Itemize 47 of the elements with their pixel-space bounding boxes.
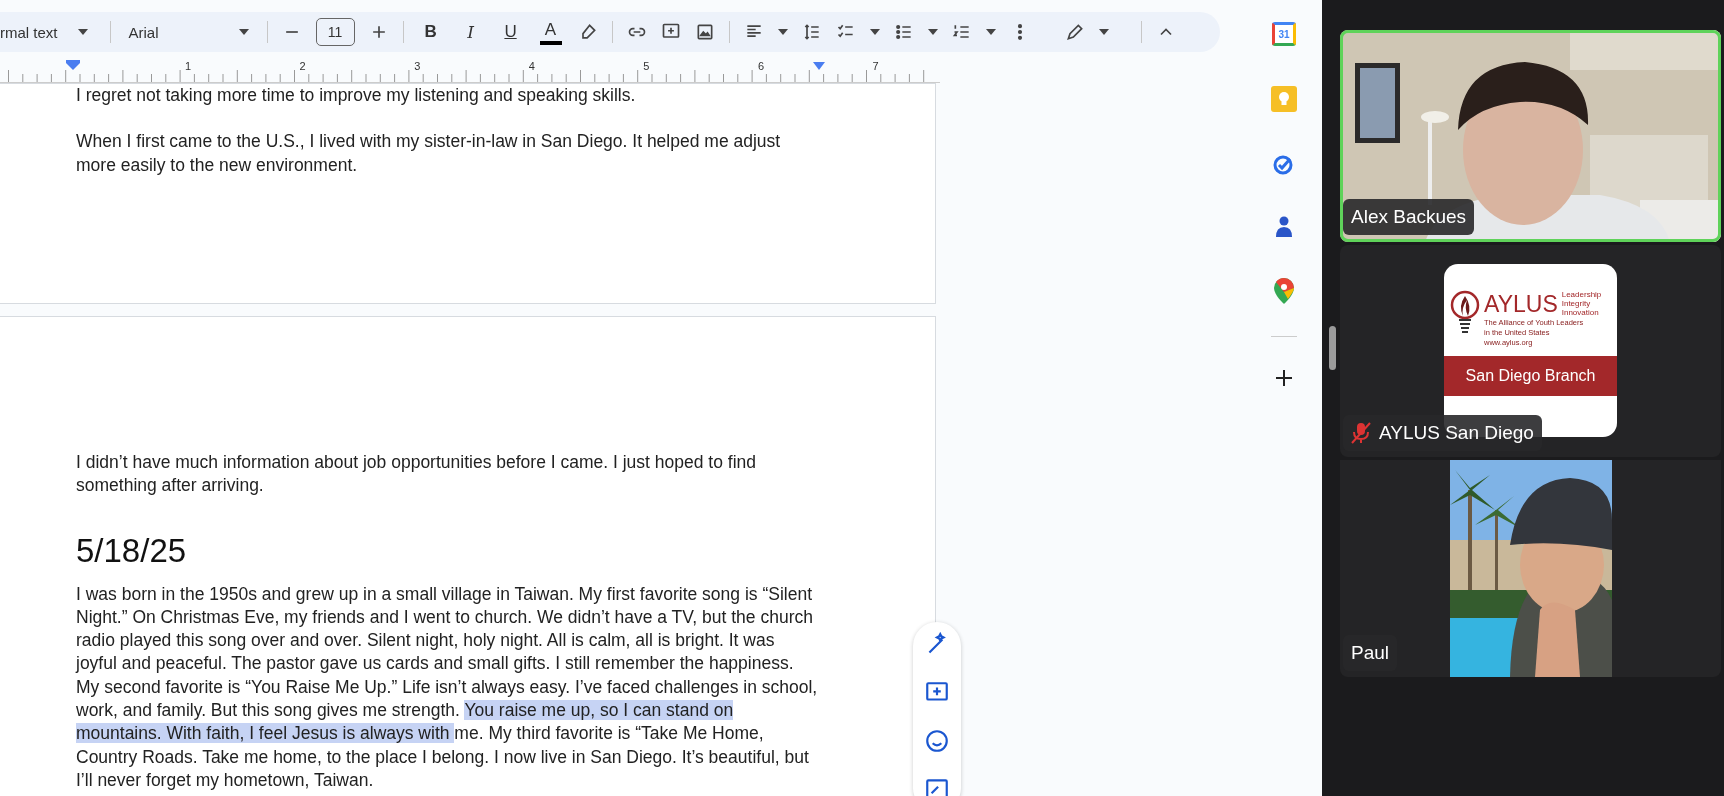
motto-text: Leadership <box>1561 290 1602 299</box>
paragraph: When I first came to the U.S., I lived with my sister-in-law in San Diego. It helped me adjust more easily to the new environment. <box>76 130 782 177</box>
caret-icon <box>777 29 788 35</box>
scroll-handle[interactable] <box>1329 326 1336 370</box>
caret-icon <box>985 29 996 35</box>
underline-button[interactable]: U <box>497 22 524 42</box>
ruler-number: 1 <box>184 60 192 72</box>
calendar-icon[interactable]: 31 <box>1272 22 1296 46</box>
caret-icon <box>1099 29 1109 35</box>
name-text: AYLUS San Diego <box>1379 422 1534 444</box>
text-color-button[interactable]: A <box>537 19 564 45</box>
indent-marker[interactable] <box>813 62 825 70</box>
person-icon[interactable] <box>1274 216 1294 238</box>
bulleted-list-icon[interactable] <box>893 22 914 42</box>
map-pin-icon[interactable] <box>1274 278 1294 304</box>
paragraph: I didn’t have much information about job opportunities before I came. I just hoped to find something after arriving. <box>76 451 757 498</box>
ruler-number: 5 <box>643 60 650 72</box>
font-size-field[interactable]: 11 <box>315 18 355 46</box>
font-dropdown[interactable]: Arial <box>128 23 249 41</box>
ruler-number: 2 <box>299 60 306 72</box>
emoji-icon[interactable] <box>924 728 950 754</box>
indent-marker[interactable] <box>66 60 80 70</box>
motto-text: Innovation <box>1561 308 1600 317</box>
plus-icon[interactable] <box>1275 369 1293 387</box>
branch-banner: San Diego Branch <box>1444 356 1617 396</box>
logo-title: AYLUS <box>1484 290 1558 318</box>
heading: 5/18/25 <box>76 530 188 571</box>
caret-icon <box>869 29 880 35</box>
italic-button[interactable]: I <box>457 22 484 42</box>
name-text: Paul <box>1351 642 1390 664</box>
ruler-number: 7 <box>872 60 879 72</box>
suggest-edit-icon[interactable] <box>924 776 950 796</box>
lightbulb-icon <box>1450 290 1480 336</box>
name-text: Alex Backues <box>1351 206 1467 228</box>
caret-icon <box>77 29 88 35</box>
ruler-number: 4 <box>528 60 535 72</box>
style-dropdown[interactable]: rmal text <box>0 23 88 41</box>
bold-button[interactable]: B <box>417 22 444 42</box>
participant-tile[interactable]: Alex Backues <box>1340 30 1721 242</box>
ruler-number: 3 <box>414 60 421 72</box>
pencil-icon[interactable] <box>1065 22 1085 42</box>
paragraph: I regret not taking more time to improve my listening and speaking skills. <box>76 84 637 107</box>
ruler-number: 6 <box>757 60 765 72</box>
caret-icon <box>238 29 249 35</box>
motto-text: Integrity <box>1561 299 1592 308</box>
caret-icon <box>927 29 938 35</box>
participant-tile[interactable]: Paul <box>1340 460 1721 677</box>
